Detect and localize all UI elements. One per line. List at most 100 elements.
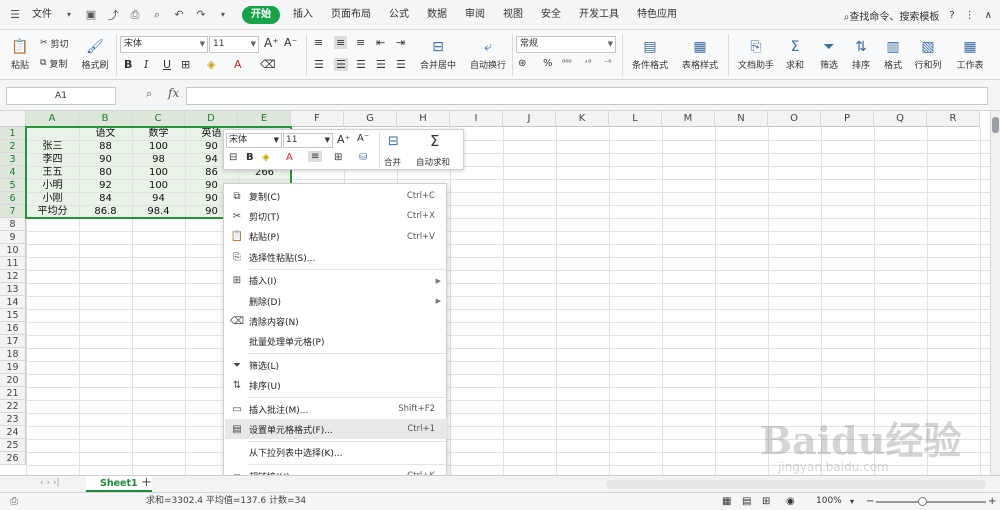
context-menu-item[interactable]: 删除(D) ▶ [225,291,447,311]
filter-button[interactable]: ⏷ 筛选 [814,34,844,74]
eye-protection-icon[interactable]: ◉ [786,493,795,510]
zoom-icon[interactable]: ⌕ [146,87,152,101]
italic-icon[interactable]: I [144,58,148,71]
context-menu-item[interactable]: ⌫ 清除内容(N) [225,311,447,331]
zoom-slider[interactable] [876,501,986,503]
row-header-6[interactable]: 6 [0,192,26,205]
row-header-5[interactable]: 5 [0,179,26,192]
mini-merge-label[interactable]: 合并 [384,156,401,168]
undo-icon[interactable]: ↶ [172,8,186,22]
column-header-q[interactable]: Q [874,111,927,127]
distribute-icon[interactable]: ☰ [396,58,406,71]
sum-button[interactable]: Σ 求和 [780,34,810,74]
column-header-o[interactable]: O [768,111,821,127]
tab-home[interactable]: 开始 [242,5,280,24]
currency-icon[interactable]: ⊛ [518,58,526,69]
context-menu-item[interactable]: ⎘ 选择性粘贴(S)... [225,247,447,267]
align-right-icon[interactable]: ☰ [356,58,366,71]
fill-color-icon[interactable]: ◈ [207,58,215,71]
column-header-e[interactable]: E [238,111,291,127]
sigma-icon[interactable]: Σ [430,132,439,150]
export-icon[interactable]: ⤴ [106,8,120,22]
conditional-format-button[interactable]: ▤ 条件格式 [628,34,672,74]
increase-font-icon[interactable]: A⁺ [337,133,350,146]
column-header-k[interactable]: K [556,111,609,127]
vertical-scrollbar[interactable] [990,111,1000,475]
scroll-thumb[interactable] [992,117,999,133]
thousands-icon[interactable]: ⁰⁰⁰ [562,58,572,67]
copy-button[interactable]: ⧉ 复制 [40,56,67,70]
font-size-combo[interactable]: 11 ▼ [209,36,259,53]
column-header-b[interactable]: B [79,111,132,127]
doc-helper-button[interactable]: ⎘ 文档助手 [734,34,778,74]
formula-input[interactable] [186,87,988,105]
decrease-decimal-icon[interactable]: ⁻⁰ [604,58,611,67]
wrap-text-button[interactable]: ⤶ 自动换行 [466,34,510,74]
row-header-3[interactable]: 3 [0,153,26,166]
column-header-c[interactable]: C [132,111,185,127]
context-menu-item[interactable]: ⇅ 排序(U) [225,376,447,396]
decrease-font-icon[interactable]: A⁻ [284,36,297,49]
fill-color-icon[interactable]: ◈ [262,152,270,163]
mini-autosum-label[interactable]: 自动求和 [416,156,450,168]
row-header-19[interactable]: 19 [0,361,26,374]
row-header-22[interactable]: 22 [0,400,26,413]
sort-button[interactable]: ⇅ 排序 [846,34,876,74]
column-header-r[interactable]: R [927,111,980,127]
horizontal-scrollbar[interactable] [606,480,986,489]
tab-page-layout[interactable]: 页面布局 [322,0,380,30]
column-header-l[interactable]: L [609,111,662,127]
row-header-4[interactable]: 4 [0,166,26,179]
context-menu-item[interactable]: 从下拉列表中选择(K)... [225,443,447,463]
mini-size-combo[interactable]: 11 ▼ [283,133,333,148]
chevron-down-icon[interactable]: ▾ [62,8,76,22]
tab-insert[interactable]: 插入 [284,0,322,30]
sheet-nav-arrows[interactable]: ‹ › ›| [40,478,60,488]
name-box[interactable]: A1 [6,87,116,105]
print-preview-icon[interactable]: ⌕ [150,8,164,22]
column-header-a[interactable]: A [26,111,79,127]
hamburger-menu-icon[interactable]: ☰ [8,8,22,22]
fx-icon[interactable]: fx [168,86,179,100]
context-menu-item[interactable]: ✂ 剪切(T) Ctrl+X [225,206,447,226]
borders-icon[interactable]: ⊞ [181,58,190,71]
column-header-n[interactable]: N [715,111,768,127]
chevron-down-icon[interactable]: ▾ [216,8,230,22]
zoom-level[interactable]: 100% [816,493,842,510]
column-header-f[interactable]: F [291,111,344,127]
row-header-21[interactable]: 21 [0,387,26,400]
context-menu-item[interactable]: ⏷ 筛选(L) [225,355,447,375]
row-header-9[interactable]: 9 [0,231,26,244]
row-header-8[interactable]: 8 [0,218,26,231]
zoom-in-icon[interactable]: + [988,493,996,510]
indent-increase-icon[interactable]: ⇥ [396,36,405,49]
font-color-icon[interactable]: A [286,152,293,163]
column-header-m[interactable]: M [662,111,715,127]
row-header-2[interactable]: 2 [0,140,26,153]
print-icon[interactable]: ⎙ [128,8,142,22]
add-sheet-button[interactable]: + [141,475,152,490]
row-header-18[interactable]: 18 [0,348,26,361]
align-top-icon[interactable]: ≡ [314,36,323,49]
page-break-icon[interactable]: ⊞ [762,493,770,510]
row-col-button[interactable]: ▧ 行和列 [910,34,946,74]
table-style-button[interactable]: ▦ 表格样式 [678,34,722,74]
row-header-26[interactable]: 26 [0,452,26,465]
row-header-13[interactable]: 13 [0,283,26,296]
tab-security[interactable]: 安全 [532,0,570,30]
zoom-slider-handle[interactable] [918,497,927,506]
decrease-font-icon[interactable]: A⁻ [357,133,369,144]
column-header-h[interactable]: H [397,111,450,127]
underline-icon[interactable]: U [163,58,171,71]
help-icon[interactable]: ? [949,10,954,21]
macro-icon[interactable]: ⎙ [10,493,18,510]
file-menu[interactable]: 文件 [30,0,54,30]
cut-button[interactable]: ✂ 剪切 [40,36,69,50]
chevron-down-icon[interactable]: ▾ [850,493,854,510]
worksheet-button[interactable]: ▦ 工作表 [950,34,990,74]
format-painter-button[interactable]: 🖌 格式刷 [80,34,110,74]
indent-decrease-icon[interactable]: ⇤ [376,36,385,49]
context-menu-item[interactable]: ⧉ 复制(C) Ctrl+C [225,186,447,206]
format-button[interactable]: ▥ 格式 [878,34,908,74]
tab-review[interactable]: 审阅 [456,0,494,30]
